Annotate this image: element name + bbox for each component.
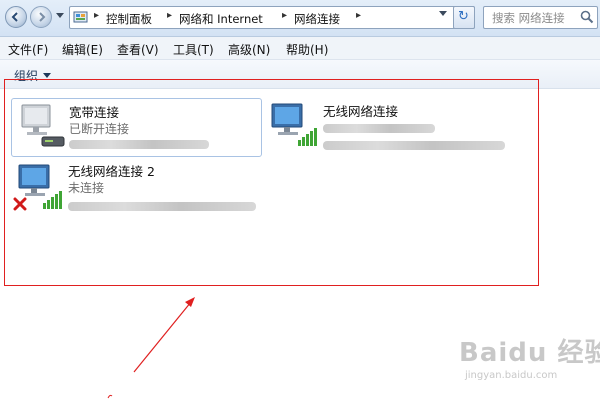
watermark-url: jingyan.baidu.com [465,370,558,381]
forward-button[interactable] [30,6,52,28]
wireless-computer-disconnected-icon [13,164,62,211]
menu-advanced[interactable]: 高级(N) [228,41,270,58]
redacted-ssid-text [323,124,435,133]
command-bar: 组织 [0,60,600,89]
breadcrumb-control-panel[interactable]: 控制面板 [106,11,152,27]
breadcrumb-separator[interactable]: ▸ [356,10,361,21]
refresh-button[interactable]: ↻ [453,6,475,29]
connection-item-broadband[interactable]: 宽带连接 已断开连接 [11,98,262,157]
organize-label: 组织 [14,69,39,83]
redacted-device-text [323,141,505,150]
breadcrumb-network-connections[interactable]: 网络连接 [294,11,340,27]
wireless-computer-icon [271,103,317,146]
breadcrumb-separator[interactable]: ▸ [94,10,99,21]
menu-bar: 文件(F) 编辑(E) 查看(V) 工具(T) 高级(N) 帮助(H) [0,37,600,60]
address-history-dropdown[interactable] [439,11,447,16]
organize-button[interactable]: 组织 [14,67,52,84]
connection-name: 无线网络连接 [323,104,399,119]
broadband-computer-icon [21,104,65,147]
menu-view[interactable]: 查看(V) [117,41,159,58]
redacted-device-text [68,202,256,211]
address-toolbar: ▸ 控制面板 ▸ 网络和 Internet ▸ 网络连接 ▸ ↻ [0,0,600,37]
connection-name: 无线网络连接 2 [68,164,155,179]
connection-name: 宽带连接 [69,105,120,120]
baidu-watermark: Baidu 经验 jingyan.baidu.com [455,332,600,387]
address-box[interactable]: ▸ 控制面板 ▸ 网络和 Internet ▸ 网络连接 ▸ [69,6,475,29]
search-icon[interactable] [580,10,594,24]
connection-item-wireless-2[interactable]: 无线网络连接 2 未连接 [11,159,266,218]
breadcrumb-network-internet[interactable]: 网络和 Internet [179,11,263,27]
breadcrumb-separator[interactable]: ▸ [282,10,287,21]
back-arrow-icon [11,12,18,22]
chevron-down-icon [43,73,52,78]
forward-arrow-icon [39,12,46,22]
search-box[interactable] [483,6,598,29]
search-input[interactable] [484,7,587,28]
menu-tools[interactable]: 工具(T) [173,41,214,58]
menu-file[interactable]: 文件(F) [8,41,48,58]
refresh-icon: ↻ [458,9,469,24]
recent-pages-dropdown[interactable] [56,13,64,18]
back-button[interactable] [5,6,27,28]
connection-item-wireless[interactable]: 无线网络连接 [266,98,526,157]
menu-help[interactable]: 帮助(H) [286,41,328,58]
breadcrumb-separator[interactable]: ▸ [167,10,172,21]
watermark-logo: Baidu 经验 [459,338,600,368]
control-panel-icon [73,11,88,23]
menu-edit[interactable]: 编辑(E) [62,41,103,58]
connection-status: 未连接 [68,181,105,195]
connection-status: 已断开连接 [69,122,130,136]
redacted-device-text [69,140,209,149]
annotation-arrow-icon [107,297,195,399]
